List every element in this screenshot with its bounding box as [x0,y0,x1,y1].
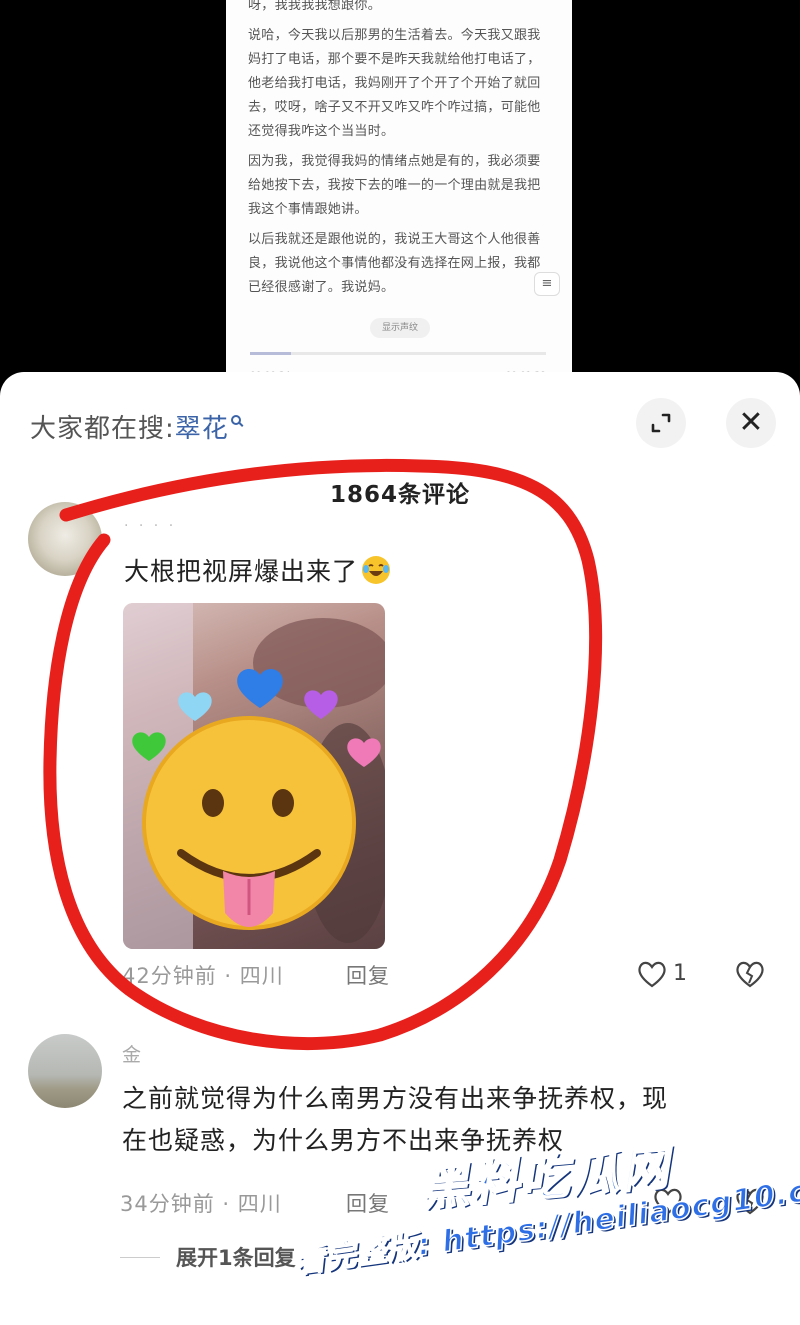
reply-button[interactable]: 回复 [346,960,390,990]
comment-sheet: 大家都在搜:翠花 ✕ 1864条评论 · · · · 大根把视屏爆出来了 42分… [0,372,800,1325]
background-video-area: 呀，我我我我想跟你。 说哈，今天我以后那男的生活着去。今天我又跟我妈打了电话，那… [0,0,800,400]
comment-time-location: 42分钟前 · 四川 [122,964,284,988]
comment-text-line: 之前就觉得为什么南男方没有出来争抚养权，现 [122,1084,669,1113]
close-icon: ✕ [738,405,764,440]
transcript-paragraph: 呀，我我我我想跟你。 [248,0,382,13]
transcript-paragraph: 以后我就还是跟他说的，我说王大哥这个人他很善良，我说他这个事情他都没有选择在网上… [248,232,541,295]
laughing-tears-emoji-icon [362,556,391,584]
dislike-broken-heart-icon[interactable] [734,959,766,989]
reply-button[interactable]: 回复 [346,1188,390,1218]
show-voiceprint-button[interactable]: 显示声纹 [370,318,430,338]
search-suggestion-keyword[interactable]: 翠花 [175,414,229,444]
transcript-card: 呀，我我我我想跟你。 说哈，今天我以后那男的生活着去。今天我又跟我妈打了电话，那… [226,0,572,400]
expand-replies-button[interactable]: 展开1条回复 ⌄ [120,1242,321,1272]
comment-text: 大根把视屏爆出来了 [124,552,391,588]
expand-icon [651,413,671,433]
divider [120,1256,160,1258]
comment-text-content: 大根把视屏爆出来了 [124,557,359,586]
search-suggestion[interactable]: 大家都在搜:翠花 [30,408,241,445]
comment-image[interactable] [123,603,385,949]
comment-count: 1864条评论 [329,482,470,508]
expand-sheet-button[interactable] [636,398,686,448]
comment-time-location: 34分钟前 · 四川 [120,1192,282,1216]
search-suggestion-prefix: 大家都在搜: [30,414,175,444]
list-icon[interactable]: ≡ [534,272,560,296]
comment-username[interactable]: 金 [122,1040,141,1067]
comment-username[interactable]: · · · · [124,518,176,534]
heart-like-icon[interactable] [636,959,668,989]
transcript-paragraph: 因为我，我觉得我妈的情绪点她是有的，我必须要给她按下去，我按下去的唯一的一个理由… [248,154,541,217]
audio-progress-bar[interactable] [250,352,546,355]
avatar[interactable] [28,502,102,576]
close-button[interactable]: ✕ [726,398,776,448]
search-icon [230,415,241,425]
avatar[interactable] [28,1034,102,1108]
audio-progress-fill [250,352,292,355]
transcript-paragraph: 说哈，今天我以后那男的生活着去。今天我又跟我妈打了电话，那个要不是昨天我就给他打… [248,28,541,139]
sticker-overlay [123,603,385,949]
like-count: 1 [673,961,687,986]
